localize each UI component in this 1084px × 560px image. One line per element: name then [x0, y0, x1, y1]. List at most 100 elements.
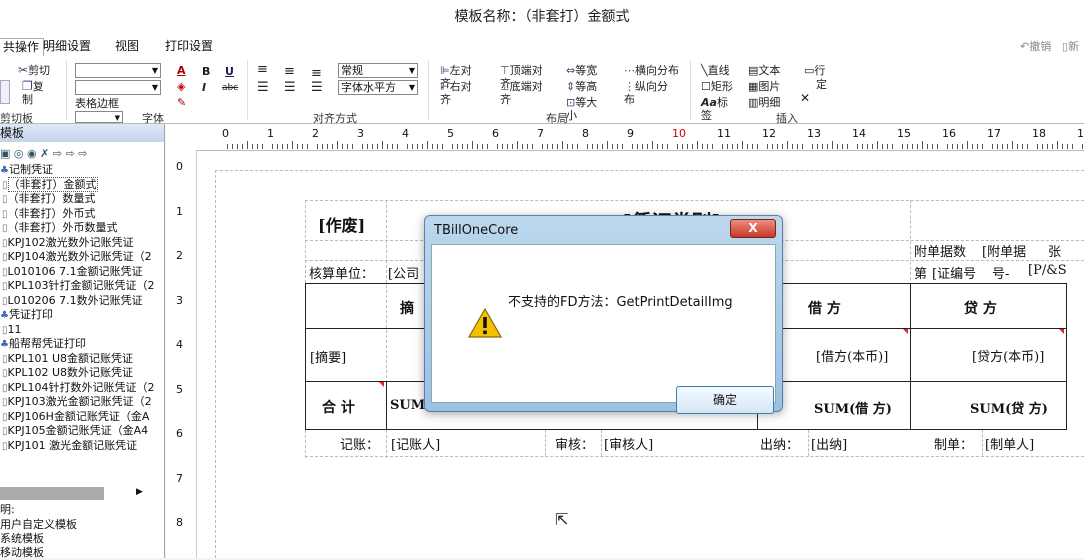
tree-item[interactable]: ▯KPL102 U8数外记账凭证	[2, 366, 133, 381]
voucher-no-value[interactable]: [证编号	[932, 263, 976, 282]
chevron-right-icon[interactable]: ▶	[136, 487, 143, 497]
tab-view[interactable]: 视图	[115, 38, 139, 55]
tree-item[interactable]: ▯KPL103针打金额记账凭证（2	[2, 279, 154, 294]
void-mark[interactable]: [作废]	[318, 212, 365, 236]
total-credit-field[interactable]: SUM(贷 方)	[970, 398, 1048, 417]
vertical-distribute-button[interactable]: ⋮纵向分布	[624, 80, 676, 106]
tree-item[interactable]: ▯KPJ104激光数外记账凭证（2	[2, 250, 152, 265]
tree-item[interactable]: ▯KPL101 U8金额记账凭证	[2, 352, 133, 367]
close-icon[interactable]: ✕	[800, 92, 810, 105]
booker-field[interactable]: [记账人]	[391, 434, 440, 453]
same-height-button[interactable]: ⇕等高	[566, 80, 597, 93]
col-summary-header[interactable]: 摘	[400, 298, 414, 318]
scrollbar-thumb[interactable]	[0, 487, 104, 500]
align-middle-icon[interactable]: ≡	[284, 65, 295, 78]
tree-item[interactable]: ▯（非套打）数量式	[2, 192, 96, 207]
unit-value[interactable]: [公司	[388, 263, 419, 282]
tree-item[interactable]: ♣记制凭证	[0, 163, 53, 178]
insert-text-label: 文本	[758, 64, 781, 77]
ruler-tick	[712, 144, 713, 149]
col-debit-header[interactable]: 借 方	[808, 298, 841, 318]
tab-common-ops[interactable]: 共操作	[0, 38, 45, 56]
right-align-button[interactable]: ⊩右对齐	[440, 80, 478, 106]
ruler-tick	[727, 144, 728, 149]
align-left-icon[interactable]: ☰	[257, 81, 269, 94]
footer-system-templates[interactable]: 系统模板	[0, 532, 44, 546]
voucher-page[interactable]: [P/&S	[1028, 263, 1067, 278]
dialog-close-button[interactable]: X	[730, 219, 776, 238]
underline-button[interactable]: U	[225, 65, 234, 78]
tree-item[interactable]: ▯（非套打）外币式	[2, 207, 96, 222]
tree-item[interactable]: ▯KPJ103激光金额记账凭证（2	[2, 395, 152, 410]
horizontal-flow-select[interactable]: 字体水平方 ▼	[338, 80, 418, 95]
insert-line-button[interactable]: ╲直线	[701, 64, 730, 77]
ruler-label: 9	[627, 127, 634, 140]
footer-user-templates[interactable]: 用户自定义模板	[0, 518, 77, 532]
insert-image-button[interactable]: ▦图片	[748, 80, 780, 93]
total-debit-field[interactable]: SUM(借 方)	[814, 398, 892, 417]
insert-detail-button[interactable]: ▥明细	[748, 96, 780, 109]
tree-item[interactable]: ▯KPJ102激光数外记账凭证	[2, 236, 134, 251]
ruler-label: 16	[942, 127, 956, 140]
tree-item-label: KPJ103激光金额记账凭证（2	[7, 395, 152, 408]
font-name-select[interactable]: ▼	[75, 63, 161, 78]
tree-item[interactable]: ▯11	[2, 323, 22, 338]
new-button[interactable]: ▯新	[1062, 38, 1079, 54]
undo-button[interactable]: ↶撤销	[1020, 38, 1051, 54]
strikethrough-button[interactable]: abc	[222, 82, 238, 95]
toolbar-icons[interactable]: ▣ ◎ ◉ ✗ ⇨ ⇨ ⇨	[0, 147, 87, 160]
align-top-icon[interactable]: ≡	[257, 63, 268, 76]
font-size-select[interactable]: ▼	[75, 80, 161, 95]
auditor-field[interactable]: [审核人]	[604, 434, 653, 453]
total-label[interactable]: 合 计	[322, 397, 355, 417]
font-color-icon[interactable]: A	[177, 64, 186, 77]
tree-item[interactable]: ♣船帮帮凭证打印	[0, 337, 86, 352]
align-center-icon[interactable]: ☰	[284, 81, 296, 94]
tree-item[interactable]: ▯L010106 7.1金额记账凭证	[2, 265, 143, 280]
attach-value[interactable]: [附单据	[982, 241, 1026, 260]
tree-item[interactable]: ▯（非套打）外币数量式	[2, 221, 118, 236]
tree-item[interactable]: ▯L010206 7.1数外记账凭证	[2, 294, 143, 309]
ruler-label: 10	[672, 127, 686, 140]
cashier-field[interactable]: [出纳]	[811, 434, 847, 453]
tree-item[interactable]: ▯（非套打）金额式	[2, 176, 98, 193]
ruler-tick	[832, 141, 833, 149]
align-right-icon[interactable]: ☰	[311, 81, 323, 94]
tab-detail-settings[interactable]: 明细设置	[43, 38, 91, 55]
tree-item[interactable]: ♣凭证打印	[0, 308, 53, 323]
italic-button[interactable]: I	[202, 81, 206, 94]
fill-color-icon[interactable]: ◈	[177, 80, 185, 93]
insert-rect-button[interactable]: ☐矩形	[701, 80, 733, 93]
horizontal-distribute-button[interactable]: ⋯横向分布	[624, 64, 679, 77]
insert-text-button[interactable]: ▤文本	[748, 64, 780, 77]
summary-field[interactable]: [摘要]	[310, 347, 346, 366]
paste-icon[interactable]	[0, 80, 10, 104]
bold-button[interactable]: B	[202, 65, 210, 78]
ruler-tick	[232, 144, 233, 149]
credit-field[interactable]: [贷方(本币)]	[972, 346, 1044, 365]
col-credit-header[interactable]: 贷 方	[964, 298, 997, 318]
insert-row-button[interactable]: ▭行	[804, 64, 825, 77]
tree-item[interactable]: ▯KPL104针打数外记账凭证（2	[2, 381, 154, 396]
ruler-tick	[462, 144, 463, 149]
style-select[interactable]: 常规 ▼	[338, 63, 418, 78]
cut-button[interactable]: ✂剪切	[18, 64, 50, 78]
border-select[interactable]: ▼	[75, 111, 123, 123]
debit-field[interactable]: [借方(本币)]	[816, 346, 888, 365]
insert-label-button[interactable]: Aa标签	[701, 96, 729, 122]
tree-item[interactable]: ▯KPJ106H金额记账凭证（金A	[2, 410, 149, 425]
row-icon: ▭	[804, 64, 815, 77]
same-size-button[interactable]: ⊡等大小	[566, 96, 606, 122]
tab-print-settings[interactable]: 打印设置	[165, 38, 213, 55]
bottom-align-button[interactable]: ⊥底端对齐	[500, 80, 548, 106]
ok-button[interactable]: 确定	[676, 386, 774, 414]
same-width-button[interactable]: ⇔等宽	[566, 64, 597, 77]
ruler-tick	[1012, 141, 1013, 149]
copy-button[interactable]: ❐复制	[22, 80, 48, 107]
warning-icon	[468, 308, 502, 338]
tree-item[interactable]: ▯KPJ105金额记账凭证（金A4	[2, 424, 148, 439]
maker-field[interactable]: [制单人]	[985, 434, 1034, 453]
align-bottom-icon[interactable]: ≡	[311, 67, 322, 80]
tree-item[interactable]: ▯KPJ101 激光金额记账凭证	[2, 439, 137, 454]
pen-icon[interactable]: ✎	[177, 96, 186, 109]
